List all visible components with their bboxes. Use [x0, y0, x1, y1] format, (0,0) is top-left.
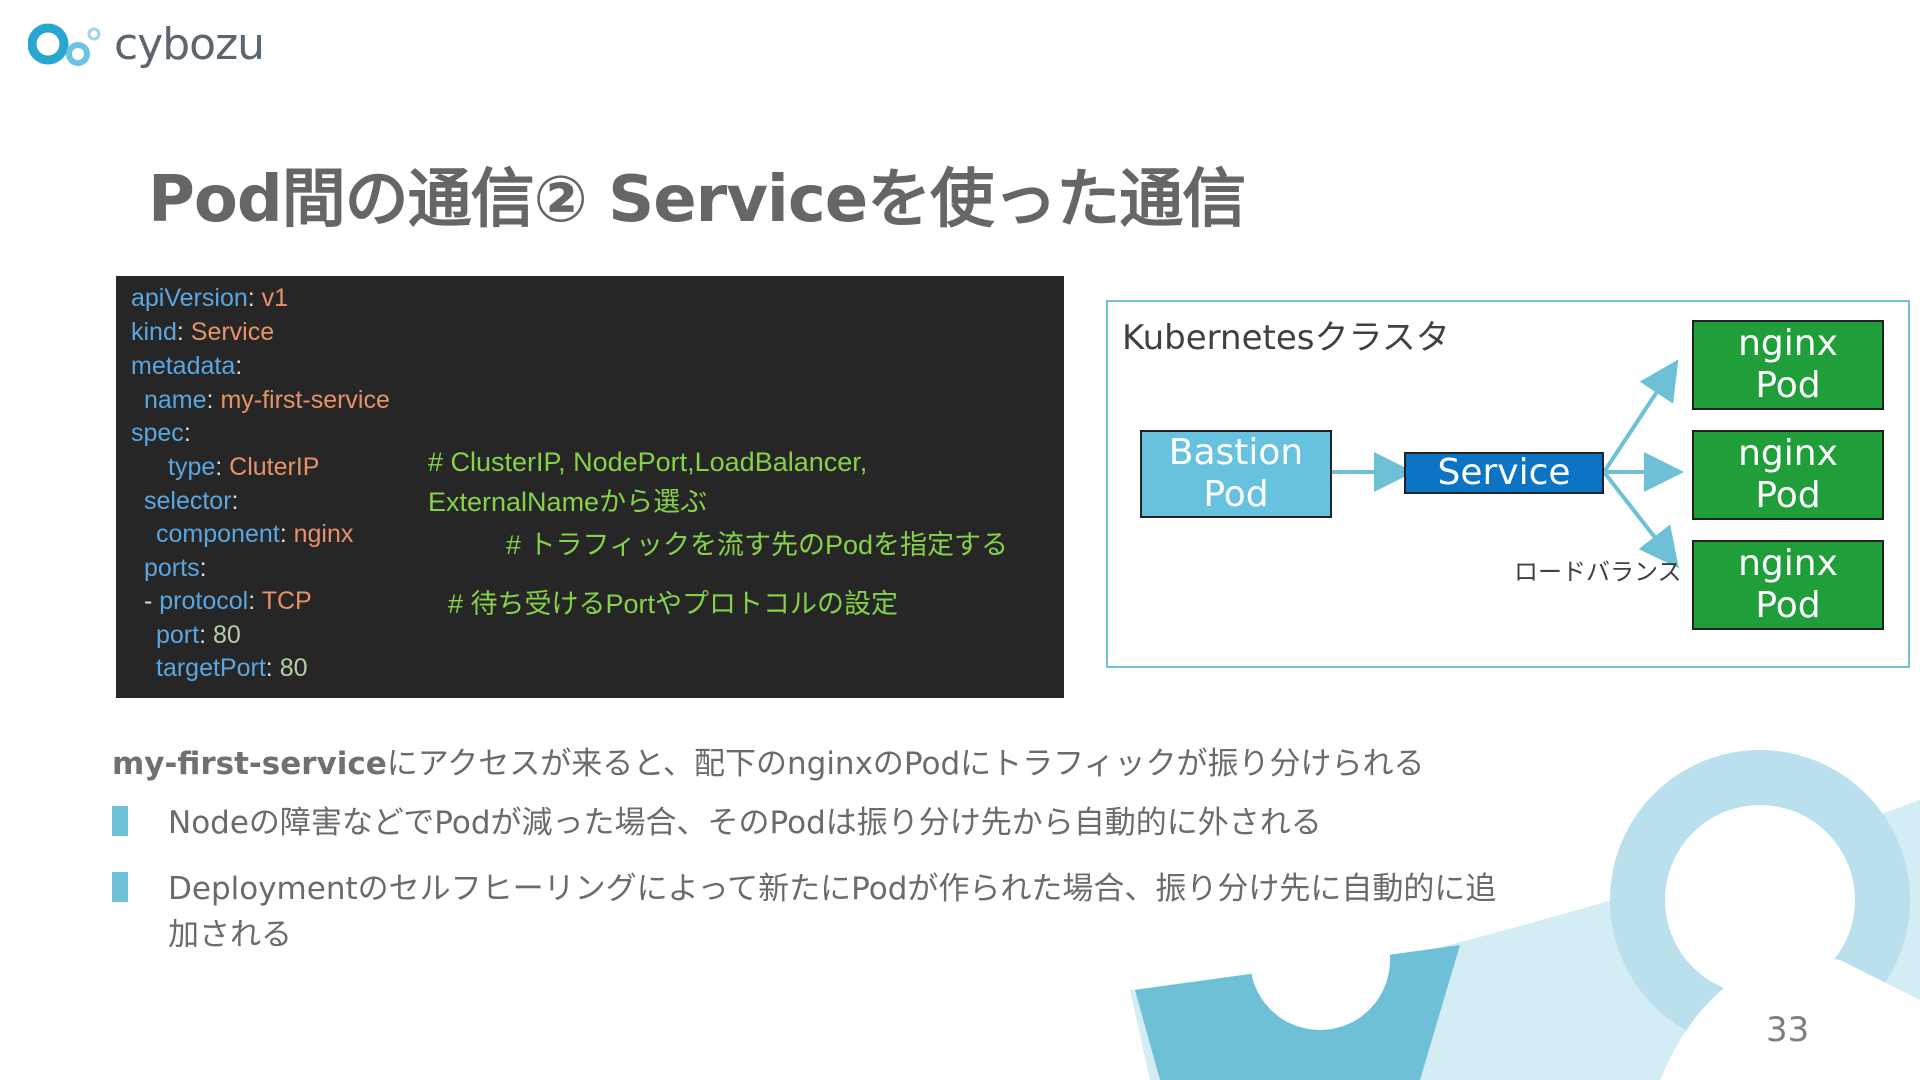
bullet-mark [112, 872, 128, 902]
code-line: port: 80 [156, 621, 241, 649]
bastion-pod-box: Bastion Pod [1140, 430, 1332, 518]
code-line: ports: [144, 554, 207, 582]
code-line: targetPort: 80 [156, 654, 308, 682]
bullet-text: Nodeの障害などでPodが減った場合、そのPodは振り分け先から自動的に外され… [168, 805, 1322, 841]
code-comment-type-cont: ExternalNameから選ぶ [428, 487, 708, 517]
code-comment-type: # ClusterIP, NodePort,LoadBalancer, [428, 447, 868, 477]
code-comment-ports: # 待ち受けるPortやプロトコルの設定 [448, 589, 899, 619]
code-line: apiVersion: v1 [131, 284, 289, 312]
code-line: name: my-first-service [144, 386, 390, 414]
code-line: spec: [131, 419, 191, 447]
code-line: component: nginx [156, 520, 354, 548]
service-box: Service [1404, 452, 1604, 494]
description: my-first-serviceにアクセスが来ると、配下のnginxのPodにト… [112, 738, 1425, 783]
logo-text: cybozu [114, 18, 265, 70]
yaml-code-block: apiVersion: v1 kind: Service metadata: n… [116, 276, 1064, 698]
code-line: kind: Service [131, 318, 275, 346]
load-balance-label: ロードバランス [1514, 558, 1682, 586]
nginx-pod-box: nginx Pod [1692, 430, 1884, 520]
cluster-label: Kubernetesクラスタ [1122, 318, 1450, 358]
page-number: 33 [1766, 1010, 1810, 1050]
code-line: metadata: [131, 352, 243, 380]
kubernetes-cluster-diagram: Kubernetesクラスタ Bastion Pod Service nginx P… [1106, 300, 1910, 668]
bullet-mark [112, 806, 128, 836]
nginx-pod-box: nginx Pod [1692, 320, 1884, 410]
code-line: - protocol: TCP [144, 587, 312, 615]
cybozu-logo: cybozu [28, 18, 265, 70]
description-text: にアクセスが来ると、配下のnginxのPodにトラフィックが振り分けられる [386, 746, 1425, 782]
description-service-name: my-first-service [112, 746, 387, 782]
page-title: Pod間の通信② Serviceを使った通信 [148, 163, 1246, 237]
code-comment-selector: # トラフィックを流す先のPodを指定する [506, 530, 1009, 560]
code-line: type: CluterIP [168, 453, 320, 481]
bullet-text-cont: 加される [168, 917, 292, 953]
code-line: selector: [144, 487, 239, 515]
nginx-pod-box: nginx Pod [1692, 540, 1884, 630]
logo-circles-icon [28, 23, 101, 66]
bullet-text: Deploymentのセルフヒーリングによって新たにPodが作られた場合、振り分… [168, 871, 1497, 907]
